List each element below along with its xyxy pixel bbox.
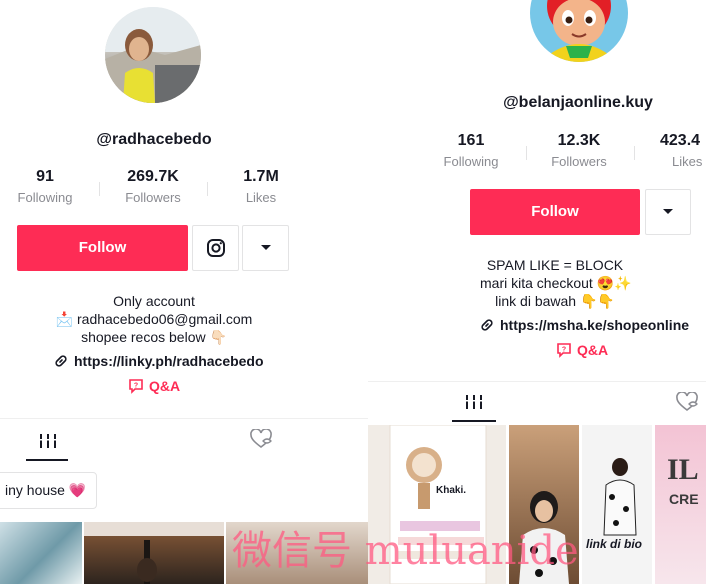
link-icon	[55, 355, 67, 367]
active-tab-indicator	[26, 459, 68, 461]
thumbnail-caption: link di bio	[586, 537, 642, 551]
instagram-button[interactable]	[192, 225, 239, 271]
svg-text:?: ?	[134, 383, 138, 390]
playlist-chip[interactable]: iny house 💗	[0, 472, 98, 509]
avatar-photo	[105, 7, 201, 103]
left-profile-panel: @radhacebedo 91 Following 269.7K Followe…	[0, 0, 368, 584]
profile-username: @belanjaonline.kuy	[503, 94, 653, 111]
stat-likes: 1.7M Likes	[216, 168, 306, 205]
more-options-button[interactable]	[645, 189, 691, 235]
profile-tabs	[0, 418, 368, 463]
stat-label: Followers	[551, 154, 607, 169]
video-thumbnail[interactable]: IL CRE	[655, 425, 706, 584]
stat-following[interactable]: 161 Following	[426, 132, 516, 169]
follow-button[interactable]: Follow	[17, 225, 188, 271]
right-profile-panel: @belanjaonline.kuy 161 Following 12.3K F…	[368, 0, 706, 584]
thumbnail-caption: Khaki.	[436, 485, 467, 496]
stat-followers[interactable]: 269.7K Followers	[108, 168, 198, 205]
bio-line: link di bawah 👇👇	[495, 293, 615, 309]
video-thumbnail[interactable]	[84, 522, 224, 584]
tab-liked[interactable]	[246, 419, 276, 459]
profile-avatar[interactable]	[105, 7, 201, 103]
watermark-text: 微信号 muluanide	[232, 528, 579, 574]
bio-link[interactable]: https://msha.ke/shopeonline	[480, 317, 689, 333]
qa-label: Q&A	[577, 342, 609, 358]
stat-likes: 423.4 Likes	[640, 132, 706, 169]
caret-down-icon	[663, 209, 673, 214]
stat-value: 1.7M	[243, 168, 279, 185]
tab-videos[interactable]	[26, 419, 70, 463]
grid-icon	[465, 395, 483, 409]
grid-icon	[39, 434, 57, 448]
bio-line: 📩 radhacebedo06@gmail.com	[55, 311, 253, 327]
svg-text:?: ?	[562, 347, 566, 354]
tab-liked[interactable]	[672, 382, 702, 422]
thumbnail-image	[603, 458, 637, 536]
instagram-icon	[206, 239, 225, 257]
bio-line: mari kita checkout 😍✨	[480, 275, 632, 291]
video-thumbnail[interactable]	[0, 522, 82, 584]
profile-username: @radhacebedo	[96, 131, 212, 148]
bio-line: SPAM LIKE = BLOCK	[486, 257, 624, 273]
stat-label: Following	[443, 154, 499, 169]
thumbnail-caption: IL	[667, 453, 699, 486]
qa-button[interactable]: ? Q&A	[128, 378, 180, 394]
stat-divider	[207, 182, 208, 196]
profile-bio: SPAM LIKE = BLOCK mari kita checkout 😍✨ …	[480, 256, 632, 310]
link-icon	[481, 319, 493, 331]
stat-divider	[99, 182, 100, 196]
stat-value: 91	[36, 168, 54, 185]
profile-avatar[interactable]	[530, 0, 628, 62]
stat-followers[interactable]: 12.3K Followers	[534, 132, 624, 169]
qa-icon: ?	[129, 379, 143, 394]
stat-divider	[526, 146, 527, 160]
qa-icon: ?	[557, 343, 571, 358]
bio-link[interactable]: https://linky.ph/radhacebedo	[54, 353, 264, 369]
follow-button[interactable]: Follow	[470, 189, 640, 235]
stat-value: 12.3K	[557, 132, 601, 149]
stat-value: 269.7K	[127, 168, 179, 185]
bio-link-text: https://msha.ke/shopeonline	[500, 317, 690, 333]
liked-hidden-icon	[676, 392, 698, 412]
stat-label: Followers	[125, 190, 181, 205]
profile-tabs	[368, 381, 706, 426]
stat-following[interactable]: 91 Following	[0, 168, 90, 205]
thumbnail-caption: CRE	[669, 491, 699, 507]
stat-value: 423.4	[660, 132, 701, 149]
stat-label: Likes	[672, 154, 703, 169]
profile-bio: Only account 📩 radhacebedo06@gmail.com s…	[34, 292, 274, 346]
more-options-button[interactable]	[242, 225, 289, 271]
bio-line: Only account	[113, 293, 195, 309]
liked-hidden-icon	[250, 429, 272, 449]
caret-down-icon	[260, 245, 271, 250]
video-thumbnail[interactable]: link di bio	[582, 425, 652, 584]
bio-link-text: https://linky.ph/radhacebedo	[74, 353, 264, 369]
thumbnail-image	[84, 522, 224, 584]
stat-divider	[634, 146, 635, 160]
qa-label: Q&A	[149, 378, 181, 394]
tab-videos[interactable]	[452, 382, 496, 422]
qa-button[interactable]: ? Q&A	[556, 342, 608, 358]
stat-label: Likes	[245, 190, 277, 205]
active-tab-indicator	[452, 420, 496, 422]
stat-label: Following	[17, 190, 73, 205]
bio-line: shopee recos below 👇🏻	[81, 329, 227, 345]
stat-value: 161	[457, 132, 485, 149]
avatar-cartoon	[547, 0, 611, 62]
